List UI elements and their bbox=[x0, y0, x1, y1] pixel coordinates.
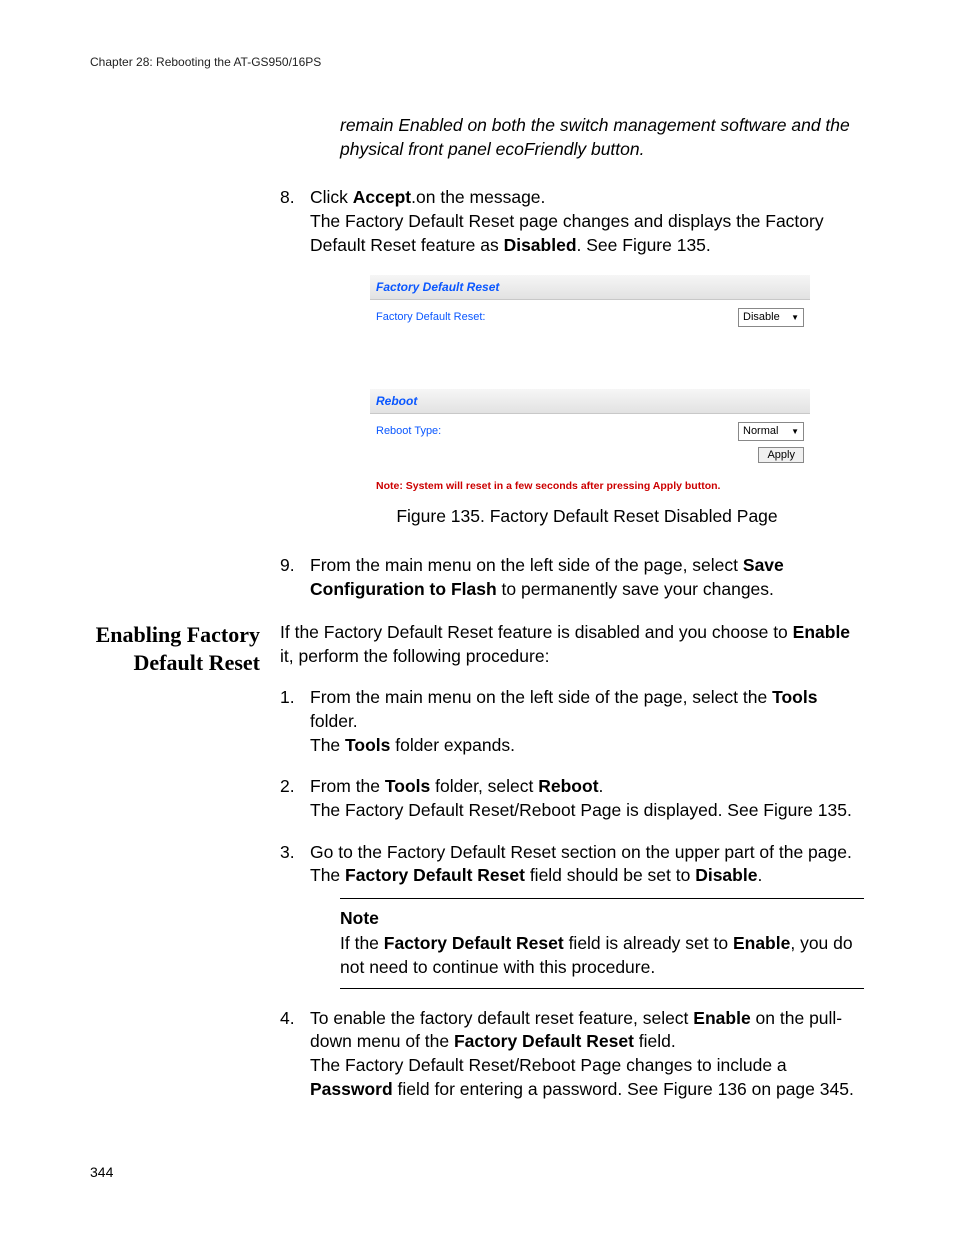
step-number: 4. bbox=[280, 1007, 295, 1031]
enabling-fdr-section: Enabling Factory Default Reset If the Fa… bbox=[90, 621, 864, 1119]
step-number: 2. bbox=[280, 775, 295, 799]
step-text: From the main menu on the left side of t… bbox=[310, 687, 817, 754]
side-heading: Enabling Factory Default Reset bbox=[90, 621, 280, 1119]
step-3: 3. Go to the Factory Default Reset secti… bbox=[280, 841, 864, 989]
reboot-row: Reboot Type: Normal ▼ bbox=[370, 414, 810, 443]
steps-list-lower: 1. From the main menu on the left side o… bbox=[280, 686, 864, 1101]
page-number: 344 bbox=[90, 1164, 113, 1180]
step-number: 8. bbox=[280, 186, 295, 210]
reboot-type-select[interactable]: Normal ▼ bbox=[738, 422, 804, 441]
steps-list-upper: 8. Click Accept.on the message. The Fact… bbox=[280, 186, 864, 601]
figure-caption: Figure 135. Factory Default Reset Disabl… bbox=[310, 505, 864, 529]
chevron-down-icon: ▼ bbox=[791, 314, 799, 322]
section-heading: Enabling Factory Default Reset bbox=[90, 621, 260, 676]
fdr-select-value: Disable bbox=[743, 310, 780, 325]
step-number: 3. bbox=[280, 841, 295, 865]
chevron-down-icon: ▼ bbox=[791, 428, 799, 436]
fdr-section-header: Factory Default Reset bbox=[370, 275, 810, 300]
step-text: Go to the Factory Default Reset section … bbox=[310, 842, 852, 886]
reboot-type-label: Reboot Type: bbox=[376, 424, 738, 439]
apply-row: Apply bbox=[370, 443, 810, 465]
step-text: To enable the factory default reset feat… bbox=[310, 1008, 854, 1099]
step-text: Click Accept.on the message. The Factory… bbox=[310, 187, 824, 254]
step-1: 1. From the main menu on the left side o… bbox=[280, 686, 864, 757]
chapter-running-head: Chapter 28: Rebooting the AT-GS950/16PS bbox=[90, 55, 864, 69]
note-block: Note If the Factory Default Reset field … bbox=[340, 898, 864, 989]
figure-135-ui: Factory Default Reset Factory Default Re… bbox=[370, 275, 810, 493]
upper-content: remain Enabled on both the switch manage… bbox=[280, 114, 864, 601]
step-text: From the main menu on the left side of t… bbox=[310, 555, 784, 599]
note-heading: Note bbox=[340, 907, 864, 931]
fdr-select[interactable]: Disable ▼ bbox=[738, 308, 804, 327]
section-body: If the Factory Default Reset feature is … bbox=[280, 621, 864, 1119]
step-2: 2. From the Tools folder, select Reboot.… bbox=[280, 775, 864, 822]
note-body: If the Factory Default Reset field is al… bbox=[340, 932, 864, 979]
reset-warning-note: Note: System will reset in a few seconds… bbox=[370, 465, 810, 493]
apply-button[interactable]: Apply bbox=[758, 447, 804, 463]
step-number: 1. bbox=[280, 686, 295, 710]
step-number: 9. bbox=[280, 554, 295, 578]
step-8: 8. Click Accept.on the message. The Fact… bbox=[280, 186, 864, 529]
step-4: 4. To enable the factory default reset f… bbox=[280, 1007, 864, 1102]
reboot-section-header: Reboot bbox=[370, 389, 810, 414]
reboot-type-value: Normal bbox=[743, 424, 778, 439]
intro-paragraph: If the Factory Default Reset feature is … bbox=[280, 621, 864, 668]
step-9: 9. From the main menu on the left side o… bbox=[280, 554, 864, 601]
step-text: From the Tools folder, select Reboot. Th… bbox=[310, 776, 852, 820]
continued-italic-paragraph: remain Enabled on both the switch manage… bbox=[340, 114, 864, 161]
fdr-label: Factory Default Reset: bbox=[376, 310, 738, 325]
panel-spacer bbox=[370, 329, 810, 389]
fdr-row: Factory Default Reset: Disable ▼ bbox=[370, 300, 810, 329]
document-page: Chapter 28: Rebooting the AT-GS950/16PS … bbox=[0, 0, 954, 1235]
